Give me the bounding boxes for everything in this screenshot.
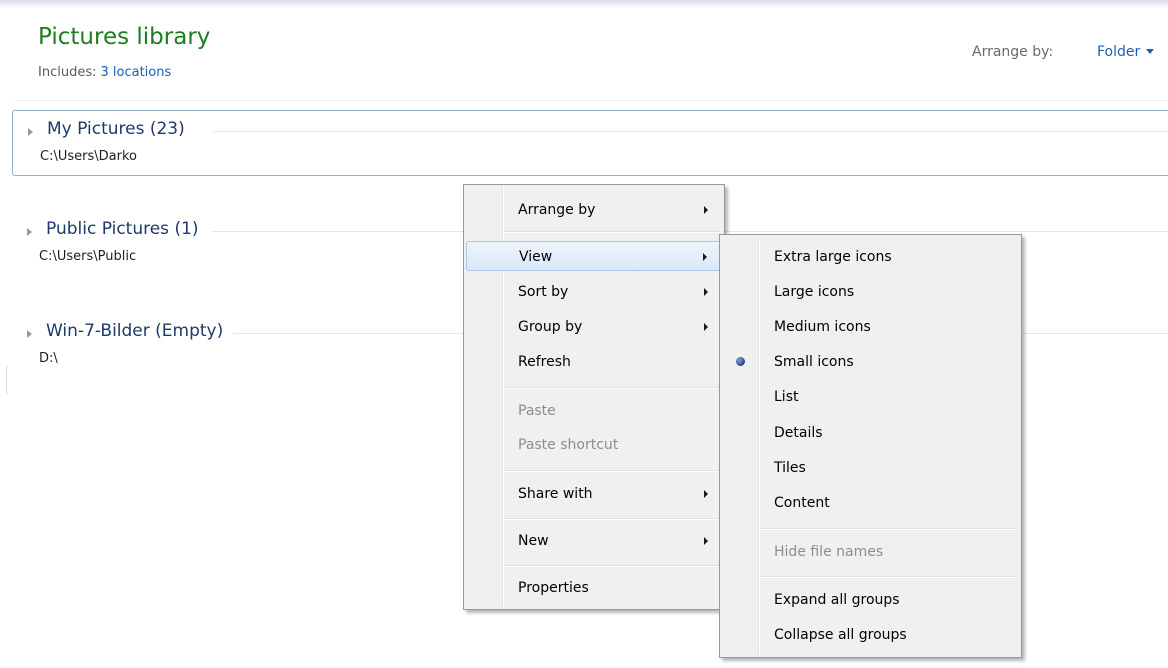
- menu-item-paste-shortcut[interactable]: Paste shortcut: [466, 430, 722, 460]
- expand-arrow-icon[interactable]: [27, 330, 32, 338]
- selected-radio-icon: [736, 357, 745, 366]
- group-title: Win-7-Bilder (Empty): [46, 321, 234, 341]
- view-small-icons[interactable]: Small icons: [722, 347, 1019, 377]
- menu-separator: [504, 470, 720, 471]
- menu-item-paste[interactable]: Paste: [466, 396, 722, 426]
- menu-item-label: Details: [774, 425, 823, 441]
- menu-separator: [504, 387, 720, 388]
- menu-item-label: Hide file names: [774, 544, 884, 560]
- submenu-arrow-icon: [704, 288, 708, 296]
- view-extra-large-icons[interactable]: Extra large icons: [722, 242, 1019, 272]
- group-my-pictures[interactable]: My Pictures (23) C:\Users\Darko: [12, 110, 1168, 176]
- menu-separator: [760, 576, 1017, 577]
- group-path: C:\Users\Darko: [40, 149, 137, 164]
- arrange-by-value: Folder: [1097, 44, 1141, 60]
- menu-separator: [504, 231, 720, 232]
- menu-item-label: Refresh: [518, 354, 571, 370]
- menu-item-sort-by[interactable]: Sort by: [466, 277, 722, 307]
- submenu-arrow-icon: [703, 253, 707, 261]
- submenu-arrow-icon: [704, 537, 708, 545]
- header-divider: [14, 100, 1168, 101]
- menu-item-arrange-by[interactable]: Arrange by: [466, 195, 722, 225]
- view-details[interactable]: Details: [722, 418, 1019, 448]
- view-medium-icons[interactable]: Medium icons: [722, 312, 1019, 342]
- menu-separator: [504, 565, 720, 566]
- arrange-by-dropdown[interactable]: Folder: [1097, 44, 1155, 60]
- view-tiles[interactable]: Tiles: [722, 453, 1019, 483]
- group-divider: [213, 131, 1168, 132]
- view-hide-file-names[interactable]: Hide file names: [722, 537, 1019, 567]
- includes-label: Includes:: [38, 65, 97, 80]
- group-path: C:\Users\Public: [39, 249, 137, 264]
- menu-item-label: Expand all groups: [774, 592, 900, 608]
- arrange-by-label: Arrange by:: [972, 44, 1054, 60]
- submenu-arrow-icon: [704, 490, 708, 498]
- menu-item-refresh[interactable]: Refresh: [466, 347, 722, 377]
- explorer-window: Pictures library Includes: 3 locations Ar…: [0, 0, 1168, 668]
- menu-item-new[interactable]: New: [466, 526, 722, 556]
- menu-item-label: Sort by: [518, 284, 569, 300]
- menu-item-label: View: [519, 249, 553, 265]
- pane-edge: [6, 365, 7, 395]
- submenu-arrow-icon: [704, 323, 708, 331]
- expand-arrow-icon[interactable]: [27, 228, 32, 236]
- menu-item-label: Content: [774, 495, 830, 511]
- menu-item-label: Large icons: [774, 284, 855, 300]
- menu-item-label: Paste: [518, 403, 556, 419]
- view-expand-all-groups[interactable]: Expand all groups: [722, 585, 1019, 615]
- menu-item-label: New: [518, 533, 549, 549]
- view-submenu: Extra large icons Large icons Medium ico…: [719, 234, 1022, 658]
- menu-item-label: List: [774, 389, 799, 405]
- view-large-icons[interactable]: Large icons: [722, 277, 1019, 307]
- menu-item-label: Extra large icons: [774, 249, 892, 265]
- menu-item-label: Properties: [518, 580, 589, 596]
- library-title: Pictures library: [38, 24, 211, 50]
- menu-item-label: Small icons: [774, 354, 854, 370]
- menu-separator: [504, 518, 720, 519]
- group-path: D:\: [39, 351, 58, 366]
- menu-item-label: Tiles: [774, 460, 806, 476]
- menu-item-view[interactable]: View: [466, 241, 722, 271]
- locations-link[interactable]: 3 locations: [100, 65, 171, 80]
- menu-item-label: Paste shortcut: [518, 437, 619, 453]
- dropdown-caret-icon: [1146, 49, 1155, 54]
- context-menu: Arrange by View Sort by Group by Refresh…: [463, 184, 725, 610]
- window-top-border: [0, 0, 1168, 8]
- menu-item-group-by[interactable]: Group by: [466, 312, 722, 342]
- view-content[interactable]: Content: [722, 488, 1019, 518]
- menu-item-label: Medium icons: [774, 319, 871, 335]
- menu-item-label: Collapse all groups: [774, 627, 907, 643]
- view-collapse-all-groups[interactable]: Collapse all groups: [722, 620, 1019, 650]
- menu-item-label: Group by: [518, 319, 583, 335]
- menu-separator: [760, 528, 1017, 529]
- library-includes: Includes: 3 locations: [38, 65, 171, 80]
- menu-item-properties[interactable]: Properties: [466, 573, 722, 603]
- expand-arrow-icon[interactable]: [28, 128, 33, 136]
- menu-item-share-with[interactable]: Share with: [466, 479, 722, 509]
- view-list[interactable]: List: [722, 382, 1019, 412]
- menu-item-label: Arrange by: [518, 202, 596, 218]
- submenu-arrow-icon: [704, 206, 708, 214]
- group-title: My Pictures (23): [47, 119, 195, 139]
- menu-item-label: Share with: [518, 486, 593, 502]
- group-title: Public Pictures (1): [46, 219, 209, 239]
